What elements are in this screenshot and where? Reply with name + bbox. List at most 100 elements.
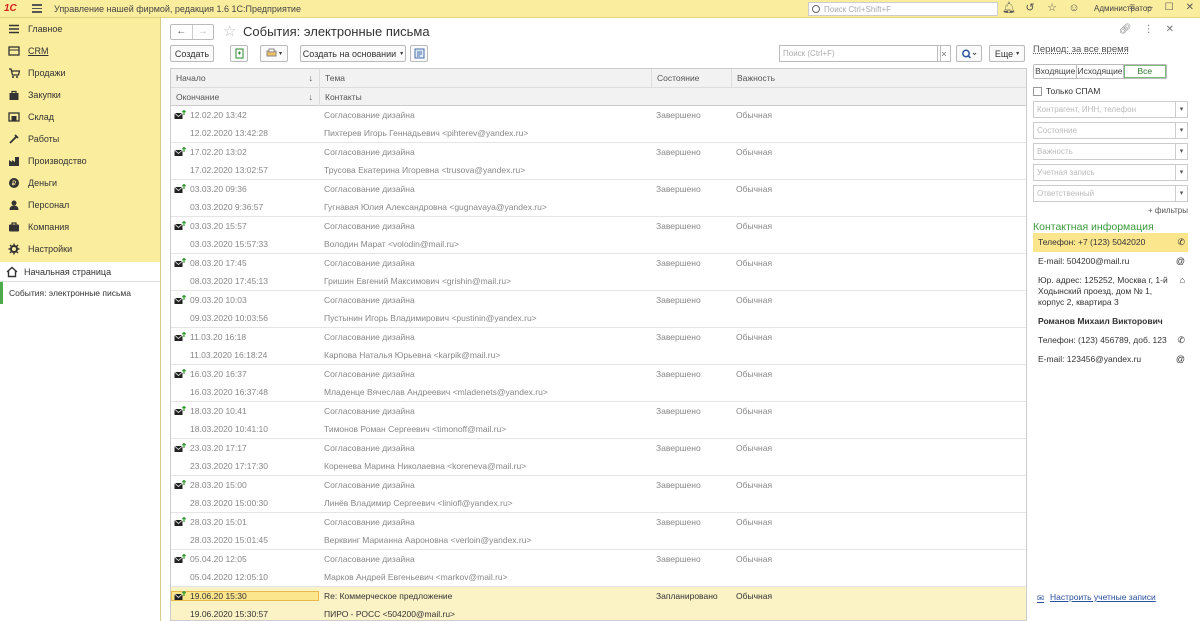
cell-start[interactable]: 17.02.20 13:02 (171, 147, 319, 157)
cell-importance[interactable]: Обычная (731, 295, 1026, 305)
more-filters-link[interactable]: + фильтры (1033, 206, 1188, 215)
cell-importance[interactable]: Обычная (731, 480, 1026, 490)
cell-contact[interactable]: Гришин Евгений Максимович <grishin@mail.… (319, 276, 1026, 286)
table-row-sub[interactable]: 28.03.2020 15:00:30 Линёв Владимир Сергее… (171, 494, 1026, 512)
email-icon[interactable]: @ (1176, 256, 1185, 267)
table-row[interactable]: 23.03.20 17:17 Согласование дизайна Заверш… (171, 439, 1026, 476)
table-row-main[interactable]: 03.03.20 09:36 Согласование дизайна Заверш… (171, 180, 1026, 198)
back-button[interactable]: ← (171, 25, 192, 39)
segment-0[interactable]: Входящие (1034, 65, 1076, 78)
col-end-header[interactable]: Окончание ↓ (171, 88, 319, 106)
create-button[interactable]: Создать (170, 45, 214, 62)
table-row[interactable]: 03.03.20 15:57 Согласование дизайна Заверш… (171, 217, 1026, 254)
cell-end[interactable]: 11.03.2020 16:18:24 (171, 350, 319, 360)
cell-start[interactable]: 09.03.20 10:03 (171, 295, 319, 305)
more-actions-icon[interactable]: ⋮ (1144, 24, 1154, 35)
forward-button[interactable]: → (191, 25, 214, 39)
cell-subject[interactable]: Re: Коммерческое предложение (319, 591, 651, 601)
phone-icon[interactable]: ✆ (1177, 335, 1185, 346)
table-row[interactable]: 19.06.20 15:30 Re: Коммерческое предложен… (171, 587, 1026, 620)
cell-start[interactable]: 28.03.20 15:01 (171, 517, 319, 527)
table-row[interactable]: 12.02.20 13:42 Согласование дизайна Заверш… (171, 106, 1026, 143)
filter-field-3[interactable]: Учетная запись ▾ (1033, 164, 1188, 181)
cell-importance[interactable]: Обычная (731, 147, 1026, 157)
cell-state[interactable]: Завершено (651, 221, 731, 231)
table-row-sub[interactable]: 11.03.2020 16:18:24 Карпова Наталья Юрьев… (171, 346, 1026, 364)
col-contacts-header[interactable]: Контакты (319, 87, 1026, 106)
sidebar-item-10[interactable]: Настройки (0, 238, 160, 260)
table-row-main[interactable]: 17.02.20 13:02 Согласование дизайна Заверш… (171, 143, 1026, 161)
sidebar-item-5[interactable]: Работы (0, 128, 160, 150)
table-row-main[interactable]: 12.02.20 13:42 Согласование дизайна Заверш… (171, 106, 1026, 124)
cell-subject[interactable]: Согласование дизайна (319, 258, 651, 268)
sidebar-item-6[interactable]: Производство (0, 150, 160, 172)
contact-person-phone[interactable]: Телефон: (123) 456789, доб. 123 ✆ (1033, 331, 1188, 350)
table-row-sub[interactable]: 05.04.2020 12:05:10 Марков Андрей Евгенье… (171, 568, 1026, 586)
table-row[interactable]: 08.03.20 17:45 Согласование дизайна Заверш… (171, 254, 1026, 291)
cell-state[interactable]: Завершено (651, 110, 731, 120)
cell-contact[interactable]: Пихтерев Игорь Геннадьевич <pihterev@yan… (319, 128, 1026, 138)
list-search-input[interactable]: Поиск (Ctrl+F) (779, 45, 941, 62)
filter-field-1[interactable]: Состояние ▾ (1033, 122, 1188, 139)
table-row-main[interactable]: 28.03.20 15:01 Согласование дизайна Заверш… (171, 513, 1026, 531)
cell-importance[interactable]: Обычная (731, 554, 1026, 564)
cell-state[interactable]: Завершено (651, 295, 731, 305)
settings-menu-icon[interactable]: ≡ (1129, 2, 1135, 13)
contact-person-email[interactable]: E-mail: 123456@yandex.ru @ (1033, 350, 1188, 369)
cell-end[interactable]: 05.04.2020 12:05:10 (171, 572, 319, 582)
cell-start[interactable]: 23.03.20 17:17 (171, 443, 319, 453)
cell-start[interactable]: 18.03.20 10:41 (171, 406, 319, 416)
cell-contact[interactable]: Пустынин Игорь Владимирович <pustinin@ya… (319, 313, 1026, 323)
cell-state[interactable]: Завершено (651, 517, 731, 527)
table-row[interactable]: 16.03.20 16:37 Согласование дизайна Заверш… (171, 365, 1026, 402)
cell-subject[interactable]: Согласование дизайна (319, 110, 651, 120)
cell-contact[interactable]: Гугнавая Юлия Александровна <gugnavaya@y… (319, 202, 1026, 212)
create-based-button[interactable]: Создать на основании ▾ (300, 45, 406, 62)
cell-contact[interactable]: Карпова Наталья Юрьевна <karpik@mail.ru> (319, 350, 1026, 360)
cell-end[interactable]: 18.03.2020 10:41:10 (171, 424, 319, 434)
chevron-down-icon[interactable]: ▾ (1175, 144, 1187, 159)
maximize-icon[interactable]: ☐ (1165, 2, 1174, 13)
table-row-sub[interactable]: 03.03.2020 15:57:33 Володин Марат <volodi… (171, 235, 1026, 253)
copy-button[interactable] (230, 45, 248, 62)
house-icon[interactable]: ⌂ (1180, 275, 1185, 286)
cell-state[interactable]: Завершено (651, 184, 731, 194)
table-row-sub[interactable]: 08.03.2020 17:45:13 Гришин Евгений Максим… (171, 272, 1026, 290)
cell-start[interactable]: 05.04.20 12:05 (171, 554, 319, 564)
favorite-star-icon[interactable]: ☆ (223, 22, 236, 40)
table-row-sub[interactable]: 03.03.2020 9:36:57 Гугнавая Юлия Александ… (171, 198, 1026, 216)
bell-icon[interactable]: 🔔︎ (1002, 2, 1016, 15)
setup-accounts-link[interactable]: ✉ Настроить учетные записи (1037, 592, 1156, 603)
cell-subject[interactable]: Согласование дизайна (319, 554, 651, 564)
cell-importance[interactable]: Обычная (731, 258, 1026, 268)
segment-2[interactable]: Все (1122, 65, 1166, 78)
cell-end[interactable]: 08.03.2020 17:45:13 (171, 276, 319, 286)
cell-end[interactable]: 09.03.2020 10:03:56 (171, 313, 319, 323)
report-button[interactable] (410, 45, 428, 62)
cell-state[interactable]: Завершено (651, 554, 731, 564)
cell-end[interactable]: 03.03.2020 9:36:57 (171, 202, 319, 212)
cell-contact[interactable]: Верквинг Марианна Аароновна <verloin@yan… (319, 535, 1026, 545)
table-row[interactable]: 03.03.20 09:36 Согласование дизайна Заверш… (171, 180, 1026, 217)
cell-contact[interactable]: Трусова Екатерина Игоревна <trusova@yand… (319, 165, 1026, 175)
col-importance-header[interactable]: Важность (731, 69, 1026, 87)
cell-contact[interactable]: Марков Андрей Евгеньевич <markov@mail.ru… (319, 572, 1026, 582)
minimize-icon[interactable]: – (1147, 2, 1153, 13)
table-row[interactable]: 28.03.20 15:01 Согласование дизайна Заверш… (171, 513, 1026, 550)
table-row[interactable]: 18.03.20 10:41 Согласование дизайна Заверш… (171, 402, 1026, 439)
col-state-header[interactable]: Состояние (651, 69, 731, 87)
chevron-down-icon[interactable]: ▾ (1175, 102, 1187, 117)
table-row-main[interactable]: 09.03.20 10:03 Согласование дизайна Заверш… (171, 291, 1026, 309)
cell-state[interactable]: Запланировано (651, 591, 731, 601)
sidebar-open-form[interactable]: События: электронные письма (0, 282, 160, 304)
cell-importance[interactable]: Обычная (731, 517, 1026, 527)
table-row-sub[interactable]: 09.03.2020 10:03:56 Пустынин Игорь Владим… (171, 309, 1026, 327)
contact-address[interactable]: Юр. адрес: 125252, Москва г, 1-й Ходынск… (1033, 271, 1188, 312)
col-start-header[interactable]: Начало ↓ (171, 69, 319, 87)
table-row[interactable]: 28.03.20 15:00 Согласование дизайна Заверш… (171, 476, 1026, 513)
sidebar-item-3[interactable]: Закупки (0, 84, 160, 106)
cell-contact[interactable]: Линёв Владимир Сергеевич <liniofl@yandex… (319, 498, 1026, 508)
period-link[interactable]: Период: за все время (1033, 44, 1200, 58)
cell-state[interactable]: Завершено (651, 332, 731, 342)
chevron-down-icon[interactable]: ▾ (1175, 186, 1187, 201)
